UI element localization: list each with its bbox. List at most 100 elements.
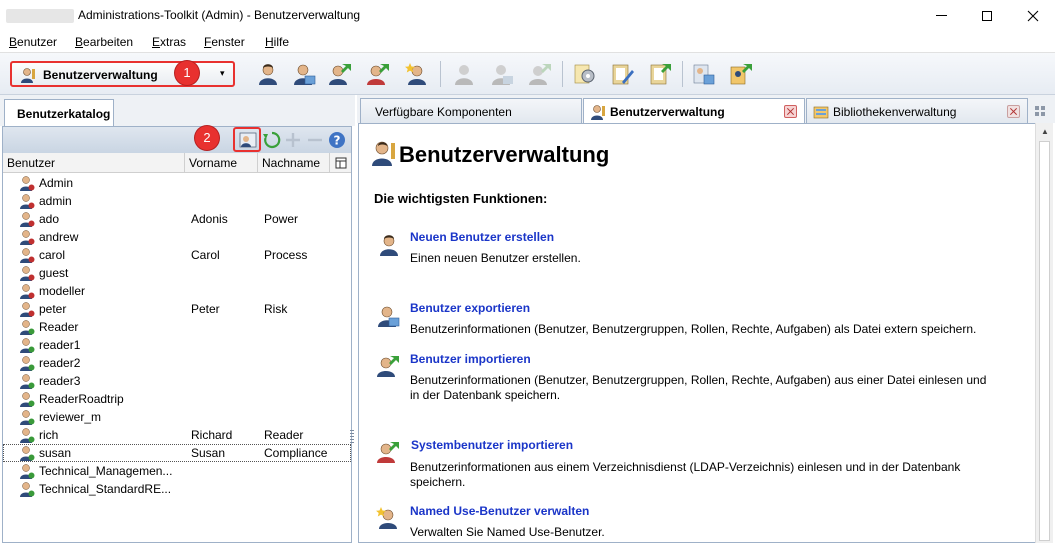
cell-user: reader3 [39, 374, 81, 388]
content-pane: Benutzerverwaltung Die wichtigsten Funkt… [358, 123, 1035, 543]
user-icon [20, 266, 35, 281]
tab-bibliothekenverwaltung[interactable]: Bibliothekenverwaltung [806, 98, 1028, 123]
cell-lastname: Reader [264, 428, 304, 442]
tab-close-icon[interactable] [1007, 105, 1020, 118]
tab-list-icon[interactable] [1035, 106, 1045, 116]
column-header-firstname[interactable]: Vorname [185, 153, 258, 173]
tab-close-icon[interactable] [784, 105, 797, 118]
cell-user: ReaderRoadtrip [39, 392, 124, 406]
catalog-toolbar: ? [3, 127, 351, 153]
cell-user: reader2 [39, 356, 81, 370]
link-systembenutzer-importieren[interactable]: Systembenutzer importieren [411, 438, 573, 452]
table-row[interactable]: ReaderRoadtrip [3, 390, 351, 408]
menu-bearbeiten[interactable]: Bearbeiten [75, 35, 133, 49]
cell-user: reader1 [39, 338, 81, 352]
cell-user: Admin [39, 176, 74, 190]
link-benutzer-importieren[interactable]: Benutzer importieren [410, 352, 531, 366]
table-row[interactable]: Technical_StandardRE... [3, 480, 351, 498]
menu-extras[interactable]: Extras [152, 35, 186, 49]
table-row[interactable]: rich Richard Reader [3, 426, 351, 444]
tab-verfuegbare-komponenten[interactable]: Verfügbare Komponenten [360, 98, 582, 123]
link-named-use-benutzer-verwalten[interactable]: Named Use-Benutzer verwalten [410, 504, 589, 518]
table-row[interactable]: modeller [3, 282, 351, 300]
cell-user: rich [39, 428, 59, 442]
panel-splitter[interactable] [350, 430, 354, 444]
table-row[interactable]: Technical_Managemen... [3, 462, 351, 480]
table-row[interactable]: reviewer_m [3, 408, 351, 426]
menu-fenster[interactable]: Fenster [204, 35, 245, 49]
close-icon [1027, 10, 1039, 21]
table-row[interactable]: Reader [3, 318, 351, 336]
tab-label: Bibliothekenverwaltung [833, 105, 957, 119]
clipboard-edit-icon[interactable] [610, 62, 634, 86]
clipboard-import-icon[interactable] [648, 62, 672, 86]
user-group-import-icon[interactable] [729, 62, 753, 86]
import-user-icon [377, 356, 399, 377]
user-icon [20, 410, 35, 425]
user-export-disabled-icon[interactable] [490, 62, 514, 86]
cell-lastname: Risk [264, 302, 288, 316]
add-icon[interactable] [284, 131, 302, 149]
menu-benutzer[interactable]: Benutzer [9, 35, 57, 49]
user-disabled-icon[interactable] [452, 62, 476, 86]
table-row[interactable]: andrew [3, 228, 351, 246]
module-select[interactable]: Benutzerverwaltung ▾ [10, 61, 235, 87]
user-icon [20, 392, 35, 407]
cell-user: Technical_Managemen... [39, 464, 173, 478]
cell-user: peter [39, 302, 67, 316]
user-icon [20, 320, 35, 335]
import-user-icon[interactable] [328, 62, 352, 86]
tab-benutzerkatalog[interactable]: Benutzerkatalog [4, 99, 114, 126]
named-user-icon[interactable] [405, 62, 429, 86]
export-user-icon[interactable] [292, 62, 316, 86]
table-row[interactable]: ado Adonis Power [3, 210, 351, 228]
table-row[interactable]: reader1 [3, 336, 351, 354]
table-row[interactable]: peter Peter Risk [3, 300, 351, 318]
user-icon [20, 446, 35, 461]
column-header-lastname[interactable]: Nachname [258, 153, 330, 173]
column-chooser-icon[interactable] [335, 157, 347, 169]
refresh-icon[interactable] [263, 131, 281, 149]
user-icon [20, 338, 35, 353]
table-row[interactable]: carol Carol Process [3, 246, 351, 264]
table-row[interactable]: reader2 [3, 354, 351, 372]
section-title: Die wichtigsten Funktionen: [374, 191, 548, 206]
help-icon[interactable]: ? [328, 131, 346, 149]
editor-tab-row: Verfügbare Komponenten Benutzerverwaltun… [357, 95, 1055, 123]
column-header-user[interactable]: Benutzer [3, 153, 185, 173]
user-admin-icon [21, 68, 35, 83]
table-row[interactable]: admin [3, 192, 351, 210]
named-user-icon [376, 507, 397, 529]
table-row[interactable]: reader3 [3, 372, 351, 390]
remove-icon[interactable] [306, 131, 324, 149]
cell-user: carol [39, 248, 66, 262]
content-scrollbar[interactable]: ▲ [1035, 123, 1053, 543]
app-logo-blurred [6, 9, 74, 23]
table-row[interactable]: guest [3, 264, 351, 282]
tab-benutzerverwaltung[interactable]: Benutzerverwaltung [583, 98, 805, 123]
user-lock-icon[interactable] [692, 62, 716, 86]
cell-user: guest [39, 266, 69, 280]
new-user-icon[interactable] [256, 62, 280, 86]
cell-user: ado [39, 212, 60, 226]
close-button[interactable] [1010, 0, 1055, 31]
user-import-disabled-icon[interactable] [528, 62, 552, 86]
user-icon [20, 248, 35, 263]
menu-hilfe[interactable]: Hilfe [265, 35, 289, 49]
catalog-grid-body: Admin admin ado Adonis Power andrew carol Carol… [3, 174, 351, 498]
table-row[interactable]: susan Susan Compliance [3, 444, 351, 462]
cell-lastname: Compliance [264, 446, 328, 460]
link-neuen-benutzer-erstellen[interactable]: Neuen Benutzer erstellen [410, 230, 554, 244]
maximize-button[interactable] [964, 0, 1010, 31]
annotation-badge-2: 2 [195, 126, 219, 150]
scroll-thumb[interactable] [1039, 141, 1050, 541]
settings-gears-icon[interactable] [573, 62, 597, 86]
table-row[interactable]: Admin [3, 174, 351, 192]
description-benutzer-exportieren: Benutzerinformationen (Benutzer, Benutze… [410, 322, 977, 336]
scroll-up-icon[interactable]: ▲ [1041, 127, 1049, 136]
system-user-import-icon[interactable] [366, 62, 390, 86]
module-select-value: Benutzerverwaltung [43, 68, 158, 82]
tab-label: Verfügbare Komponenten [375, 105, 512, 119]
link-benutzer-exportieren[interactable]: Benutzer exportieren [410, 301, 530, 315]
minimize-button[interactable] [918, 0, 964, 31]
